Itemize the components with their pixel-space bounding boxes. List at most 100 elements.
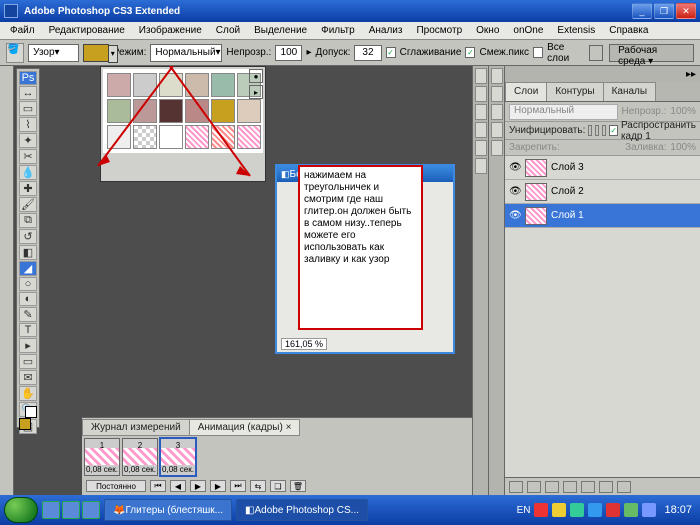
anim-frame-3[interactable]: 30,08 сек. bbox=[160, 438, 196, 476]
ps-badge-icon[interactable]: Ps bbox=[19, 71, 37, 85]
tab-layers[interactable]: Слои bbox=[505, 82, 547, 101]
unify-position-icon[interactable] bbox=[588, 125, 592, 136]
move-tool[interactable]: ↔ bbox=[19, 86, 37, 100]
type-tool[interactable]: T bbox=[19, 323, 37, 337]
delete-frame-button[interactable]: 🗑 bbox=[290, 480, 306, 492]
zoom-level[interactable]: 161,05 % bbox=[281, 338, 327, 350]
next-frame-button[interactable]: ▶ bbox=[210, 480, 226, 492]
dock-icon[interactable] bbox=[491, 104, 503, 120]
adjustment-layer-icon[interactable] bbox=[563, 481, 577, 493]
dodge-tool[interactable]: ◐ bbox=[19, 292, 37, 306]
dock-icon[interactable] bbox=[491, 140, 503, 156]
start-button[interactable] bbox=[4, 497, 38, 523]
menu-help[interactable]: Справка bbox=[603, 23, 654, 38]
eyedropper-tool[interactable]: 💧 bbox=[19, 165, 37, 180]
minimize-button[interactable]: _ bbox=[632, 3, 652, 19]
quicklaunch-icon[interactable] bbox=[42, 501, 60, 519]
dock-icon[interactable] bbox=[491, 122, 503, 138]
tab-channels[interactable]: Каналы bbox=[603, 82, 657, 101]
history-brush-tool[interactable]: ↺ bbox=[19, 229, 37, 244]
blend-mode-select[interactable]: Нормальный bbox=[509, 104, 618, 120]
tab-paths[interactable]: Контуры bbox=[546, 82, 603, 101]
menu-edit[interactable]: Редактирование bbox=[43, 23, 131, 38]
new-layer-icon[interactable] bbox=[599, 481, 613, 493]
stamp-tool[interactable]: ⧉ bbox=[19, 213, 37, 228]
dock-icon[interactable] bbox=[475, 86, 487, 102]
menu-view[interactable]: Просмотр bbox=[410, 23, 468, 38]
menu-filter[interactable]: Фильтр bbox=[315, 23, 361, 38]
hand-tool[interactable]: ✋ bbox=[19, 386, 37, 401]
layer-thumb[interactable] bbox=[525, 207, 547, 225]
dock-icon[interactable] bbox=[475, 140, 487, 156]
blur-tool[interactable]: ○ bbox=[19, 277, 37, 291]
path-select-tool[interactable]: ▸ bbox=[19, 338, 37, 353]
menu-analysis[interactable]: Анализ bbox=[363, 23, 409, 38]
dock-icon[interactable] bbox=[491, 68, 503, 84]
tray-icon[interactable] bbox=[588, 503, 602, 517]
tray-icon[interactable] bbox=[642, 503, 656, 517]
unify-visibility-icon[interactable] bbox=[595, 125, 599, 136]
visibility-icon[interactable]: 👁 bbox=[509, 162, 521, 173]
menu-select[interactable]: Выделение bbox=[248, 23, 313, 38]
tab-animation[interactable]: Анимация (кадры) × bbox=[189, 419, 301, 436]
layer-row[interactable]: 👁Слой 2 bbox=[505, 180, 700, 204]
shape-tool[interactable]: ▭ bbox=[19, 354, 37, 369]
loop-dropdown[interactable]: Постоянно bbox=[86, 480, 146, 492]
taskbar-item[interactable]: 🦊 Глитеры (блестяшк... bbox=[104, 499, 232, 521]
propagate-checkbox[interactable] bbox=[609, 125, 618, 136]
tween-button[interactable]: ⇆ bbox=[250, 480, 266, 492]
tolerance-input[interactable]: 32 bbox=[354, 45, 381, 61]
layer-thumb[interactable] bbox=[525, 183, 547, 201]
lasso-tool[interactable]: ⌇ bbox=[19, 117, 37, 132]
anim-frame-2[interactable]: 20,08 сек. bbox=[122, 438, 158, 476]
layer-row[interactable]: 👁Слой 1 bbox=[505, 204, 700, 228]
pattern-dropdown-trigger[interactable] bbox=[108, 45, 118, 63]
eraser-tool[interactable]: ◧ bbox=[19, 245, 37, 260]
play-button[interactable]: ▶ bbox=[190, 480, 206, 492]
layer-mask-icon[interactable] bbox=[545, 481, 559, 493]
notes-tool[interactable]: ✉ bbox=[19, 370, 37, 385]
collapse-icon[interactable]: ▸▸ bbox=[686, 69, 696, 80]
fill-opacity[interactable]: 100% bbox=[670, 142, 696, 153]
all-layers-checkbox[interactable] bbox=[533, 47, 543, 58]
pen-tool[interactable]: ✎ bbox=[19, 307, 37, 322]
crop-tool[interactable]: ✂ bbox=[19, 149, 37, 164]
clock[interactable]: 18:07 bbox=[660, 504, 696, 516]
tab-measurement-log[interactable]: Журнал измерений bbox=[82, 419, 190, 436]
healing-tool[interactable]: ✚ bbox=[19, 181, 37, 196]
opacity-input[interactable]: 100 bbox=[275, 45, 302, 61]
layer-thumb[interactable] bbox=[525, 159, 547, 177]
tray-icon[interactable] bbox=[534, 503, 548, 517]
dock-icon[interactable] bbox=[475, 68, 487, 84]
menu-file[interactable]: Файл bbox=[4, 23, 41, 38]
tray-icon[interactable] bbox=[624, 503, 638, 517]
last-frame-button[interactable]: ⏭ bbox=[230, 480, 246, 492]
menu-window[interactable]: Окно bbox=[470, 23, 505, 38]
blend-mode-dropdown[interactable]: Нормальный ▾ bbox=[150, 44, 222, 62]
dock-icon[interactable] bbox=[475, 122, 487, 138]
dock-icon[interactable] bbox=[491, 86, 503, 102]
close-button[interactable]: ✕ bbox=[676, 3, 696, 19]
anim-frame-1[interactable]: 10,08 сек. bbox=[84, 438, 120, 476]
link-layers-icon[interactable] bbox=[509, 481, 523, 493]
visibility-icon[interactable]: 👁 bbox=[509, 186, 521, 197]
menu-extensis[interactable]: Extensis bbox=[551, 23, 601, 38]
menu-image[interactable]: Изображение bbox=[133, 23, 208, 38]
antialias-checkbox[interactable] bbox=[386, 47, 396, 58]
contiguous-checkbox[interactable] bbox=[465, 47, 475, 58]
visibility-icon[interactable]: 👁 bbox=[509, 210, 521, 221]
tray-icon[interactable] bbox=[570, 503, 584, 517]
taskbar-item[interactable]: ◧ Adobe Photoshop CS... bbox=[236, 499, 368, 521]
bucket-tool-icon[interactable]: 🪣 bbox=[6, 43, 24, 63]
maximize-button[interactable]: ❐ bbox=[654, 3, 674, 19]
menu-onone[interactable]: onOne bbox=[507, 23, 549, 38]
delete-layer-icon[interactable] bbox=[617, 481, 631, 493]
layer-row[interactable]: 👁Слой 3 bbox=[505, 156, 700, 180]
quicklaunch-icon[interactable] bbox=[62, 501, 80, 519]
first-frame-button[interactable]: ⏮ bbox=[150, 480, 166, 492]
wand-tool[interactable]: ✦ bbox=[19, 133, 37, 148]
unify-style-icon[interactable] bbox=[602, 125, 606, 136]
go-to-bridge-icon[interactable] bbox=[589, 45, 603, 61]
workspace-button[interactable]: Рабочая среда ▾ bbox=[609, 44, 694, 62]
layer-fx-icon[interactable] bbox=[527, 481, 541, 493]
